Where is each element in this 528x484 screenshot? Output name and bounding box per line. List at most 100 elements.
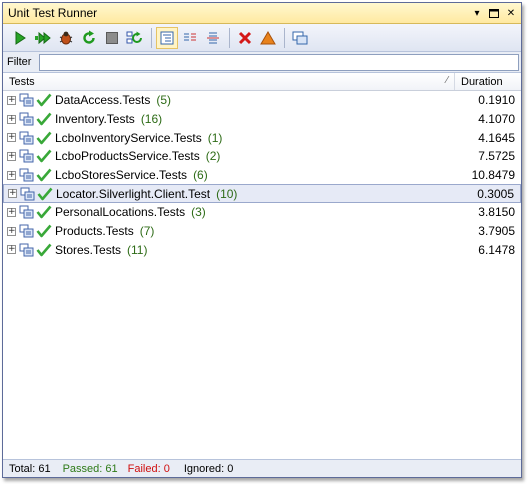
grid-header: Tests ⁄ Duration — [3, 73, 521, 91]
passed-check-icon — [36, 112, 52, 126]
test-count: (6) — [193, 168, 208, 183]
test-name: LcboProductsService.Tests — [55, 149, 200, 164]
test-duration: 3.7905 — [478, 224, 515, 239]
test-count: (2) — [205, 149, 221, 164]
column-header-tests-label: Tests — [9, 75, 35, 88]
column-resize-handle[interactable]: ⁄ — [446, 75, 448, 86]
namespace-icon — [19, 168, 35, 182]
title-bar: Unit Test Runner ▾ ✕ — [3, 3, 521, 24]
test-count: (10) — [216, 186, 238, 201]
expand-toggle-icon[interactable]: + — [8, 189, 17, 199]
refresh-icon[interactable] — [78, 27, 100, 49]
expand-toggle-icon[interactable]: + — [7, 207, 16, 217]
table-row[interactable]: + LcboInventoryService.Tests (1) 4.1645 — [3, 128, 521, 147]
view-list-icon[interactable] — [179, 27, 201, 49]
test-duration: 0.1910 — [478, 93, 515, 108]
test-name: Products.Tests — [55, 224, 134, 239]
passed-check-icon — [37, 187, 53, 201]
delete-icon[interactable] — [234, 27, 256, 49]
rerun-failed-icon[interactable] — [124, 27, 146, 49]
window-icon[interactable] — [289, 27, 311, 49]
filter-label: Filter — [7, 56, 32, 68]
test-name: Inventory.Tests — [55, 112, 135, 127]
test-rows: + DataAccess.Tests (5) 0.1910 + Inventory.Tes… — [3, 91, 521, 259]
column-header-duration[interactable]: Duration — [455, 73, 521, 90]
test-count: (7) — [139, 224, 155, 239]
toolbar-separator — [229, 27, 230, 48]
test-duration: 6.1478 — [478, 242, 515, 257]
filter-bar: Filter — [3, 52, 521, 73]
test-name: Locator.Silverlight.Client.Test — [56, 186, 211, 201]
expand-toggle-icon[interactable]: + — [7, 226, 16, 236]
test-duration: 10.8479 — [471, 168, 515, 183]
stop-icon[interactable] — [101, 27, 123, 49]
test-duration: 0.3005 — [477, 186, 514, 201]
column-header-duration-label: Duration — [461, 75, 503, 88]
view-split-icon[interactable] — [202, 27, 224, 49]
status-passed: Passed: 61 — [62, 462, 118, 475]
test-duration: 4.1645 — [478, 130, 515, 145]
namespace-icon — [19, 224, 35, 238]
table-row[interactable]: + Locator.Silverlight.Client.Test (10) 0.30… — [3, 184, 521, 204]
test-name: PersonalLocations.Tests — [55, 205, 186, 220]
expand-toggle-icon[interactable]: + — [7, 170, 16, 180]
passed-check-icon — [36, 168, 52, 182]
window-pin-icon[interactable] — [487, 6, 501, 20]
status-failed: Failed: 0 — [127, 462, 170, 475]
test-duration: 3.8150 — [478, 205, 515, 220]
table-row[interactable]: + LcboStoresService.Tests (6) 10.8479 — [3, 166, 521, 185]
namespace-icon — [19, 149, 35, 163]
namespace-icon — [19, 205, 35, 219]
namespace-icon — [19, 112, 35, 126]
run-all-icon[interactable] — [32, 27, 54, 49]
close-icon[interactable]: ✕ — [504, 6, 518, 20]
toolbar-separator — [151, 27, 152, 48]
table-row[interactable]: + Inventory.Tests (16) 4.1070 — [3, 110, 521, 129]
tests-grid: Tests ⁄ Duration + DataAccess.Tests (5) 0.1… — [3, 73, 521, 459]
status-bar: Total: 61 Passed: 61 Failed: 0 Ignored: … — [3, 459, 521, 477]
window-dropdown-icon[interactable]: ▾ — [470, 6, 484, 20]
filter-input[interactable] — [39, 53, 519, 71]
passed-check-icon — [36, 149, 52, 163]
passed-check-icon — [36, 93, 52, 107]
unit-test-runner-window: Unit Test Runner ▾ ✕ Filter Tests ⁄ Dura… — [2, 2, 522, 478]
table-row[interactable]: + LcboProductsService.Tests (2) 7.5725 — [3, 147, 521, 166]
namespace-icon — [19, 131, 35, 145]
test-name: LcboInventoryService.Tests — [55, 130, 202, 145]
status-total: Total: 61 — [9, 462, 51, 475]
test-count: (3) — [191, 205, 206, 220]
view-tree-icon[interactable] — [156, 26, 178, 49]
test-duration: 4.1070 — [478, 112, 515, 127]
toolbar-separator — [284, 27, 285, 48]
column-header-tests[interactable]: Tests ⁄ — [3, 73, 455, 90]
namespace-icon — [20, 187, 36, 201]
table-row[interactable]: + Products.Tests (7) 3.7905 — [3, 222, 521, 241]
status-ignored: Ignored: 0 — [183, 462, 234, 475]
expand-toggle-icon[interactable]: + — [7, 95, 16, 105]
passed-check-icon — [36, 131, 52, 145]
test-name: DataAccess.Tests — [55, 93, 151, 108]
test-name: LcboStoresService.Tests — [55, 168, 188, 183]
debug-icon[interactable] — [55, 27, 77, 49]
warning-icon[interactable] — [257, 27, 279, 49]
expand-toggle-icon[interactable]: + — [7, 245, 16, 255]
test-count: (16) — [140, 112, 163, 127]
table-row[interactable]: + Stores.Tests (11) 6.1478 — [3, 241, 521, 260]
test-duration: 7.5725 — [478, 149, 515, 164]
expand-toggle-icon[interactable]: + — [7, 151, 16, 161]
test-name: Stores.Tests — [55, 242, 122, 257]
toolbar — [3, 24, 521, 52]
test-count: (1) — [207, 130, 223, 145]
run-icon[interactable] — [9, 27, 31, 49]
passed-check-icon — [36, 224, 52, 238]
window-title: Unit Test Runner — [8, 6, 98, 20]
table-row[interactable]: + DataAccess.Tests (5) 0.1910 — [3, 91, 521, 110]
expand-toggle-icon[interactable]: + — [7, 133, 16, 143]
passed-check-icon — [36, 205, 52, 219]
expand-toggle-icon[interactable]: + — [7, 114, 16, 124]
table-row[interactable]: + PersonalLocations.Tests (3) 3.8150 — [3, 203, 521, 222]
namespace-icon — [19, 93, 35, 107]
passed-check-icon — [36, 243, 52, 257]
namespace-icon — [19, 243, 35, 257]
test-count: (11) — [127, 242, 148, 257]
